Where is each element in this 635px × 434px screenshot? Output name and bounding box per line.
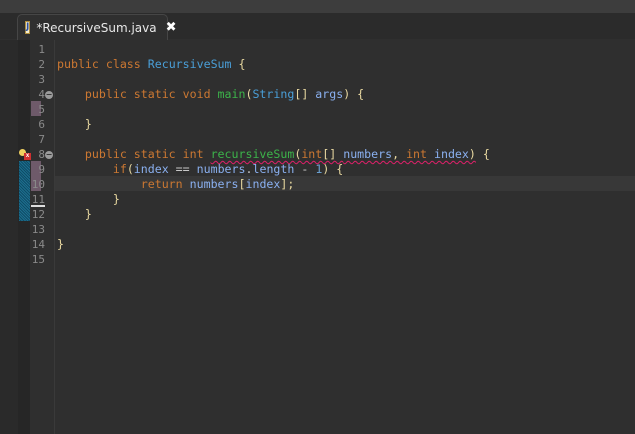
code-token: args	[315, 87, 344, 101]
code-line: }	[57, 207, 490, 222]
line-number: 15	[31, 253, 45, 266]
code-token: numbers	[189, 177, 239, 191]
close-tab-icon[interactable]: ✖	[166, 20, 177, 35]
code-token: String	[252, 87, 295, 101]
line-number: 11	[31, 193, 45, 206]
code-line: }	[57, 237, 490, 252]
code-token: int	[406, 147, 434, 161]
code-token: }	[57, 207, 92, 221]
code-token: return	[57, 177, 190, 191]
code-editor[interactable]: public class RecursiveSum { public stati…	[57, 42, 490, 267]
code-token: ];	[280, 177, 295, 191]
code-token: public class	[57, 57, 148, 71]
code-token: {	[231, 57, 246, 71]
code-token: ) {	[343, 87, 365, 101]
left-panel-edge	[0, 40, 19, 434]
line-number: 9	[38, 163, 45, 176]
code-line: }	[57, 117, 490, 132]
code-line: if(index == numbers.length - 1) {	[57, 162, 490, 177]
java-file-icon: J	[25, 21, 31, 34]
line-number: 10	[31, 178, 45, 191]
code-token: public static void	[57, 87, 218, 101]
code-token: RecursiveSum	[147, 57, 232, 71]
line-number: 1	[38, 43, 45, 56]
code-line: }	[57, 192, 490, 207]
editor-tab-recursivesum[interactable]: J *RecursiveSum.java ✖	[17, 14, 177, 40]
top-toolbar-area	[0, 0, 635, 14]
code-token: {	[475, 147, 490, 161]
line-number: 8	[38, 148, 45, 161]
line-number: 7	[38, 133, 45, 146]
code-token: index	[133, 162, 169, 176]
code-token: numbers	[196, 162, 246, 176]
code-token: ) {	[322, 162, 344, 176]
code-line: public class RecursiveSum {	[57, 57, 490, 72]
code-token: )	[468, 147, 476, 161]
code-token: recursiveSum	[210, 147, 295, 161]
annotation-ruler	[18, 40, 30, 434]
code-token: ,	[392, 147, 407, 161]
code-line: public static int recursiveSum(int[] num…	[57, 147, 490, 162]
code-token: }	[57, 117, 92, 131]
line-number: 14	[31, 238, 45, 251]
code-token: ==	[168, 162, 197, 176]
code-line: return numbers[index];	[57, 177, 490, 192]
fold-collapse-icon[interactable]: −	[45, 91, 53, 99]
code-token: index	[245, 177, 281, 191]
code-token: }	[57, 237, 64, 251]
line-number: 4	[38, 88, 45, 101]
quick-diff-block	[19, 161, 30, 221]
line-number: 12	[31, 208, 45, 221]
code-token: []	[294, 87, 316, 101]
line-number: 2	[38, 58, 45, 71]
code-token: }	[57, 192, 120, 206]
code-token: numbers	[343, 147, 393, 161]
code-token: public static int	[57, 147, 211, 161]
fold-collapse-icon[interactable]: −	[45, 151, 53, 159]
code-token: main	[217, 87, 246, 101]
code-token: (	[126, 162, 134, 176]
code-token: index	[433, 147, 469, 161]
line-number: 6	[38, 118, 45, 131]
tab-title: *RecursiveSum.java	[36, 20, 157, 35]
code-token: -	[294, 162, 316, 176]
line-number: 13	[31, 223, 45, 236]
code-token: length	[252, 162, 295, 176]
line-number: 3	[38, 73, 45, 86]
code-line: public static void main(String[] args) {	[57, 87, 490, 102]
code-token: if	[57, 162, 127, 176]
code-token: int	[301, 147, 323, 161]
line-number: 5	[38, 103, 45, 116]
code-token: []	[322, 147, 344, 161]
